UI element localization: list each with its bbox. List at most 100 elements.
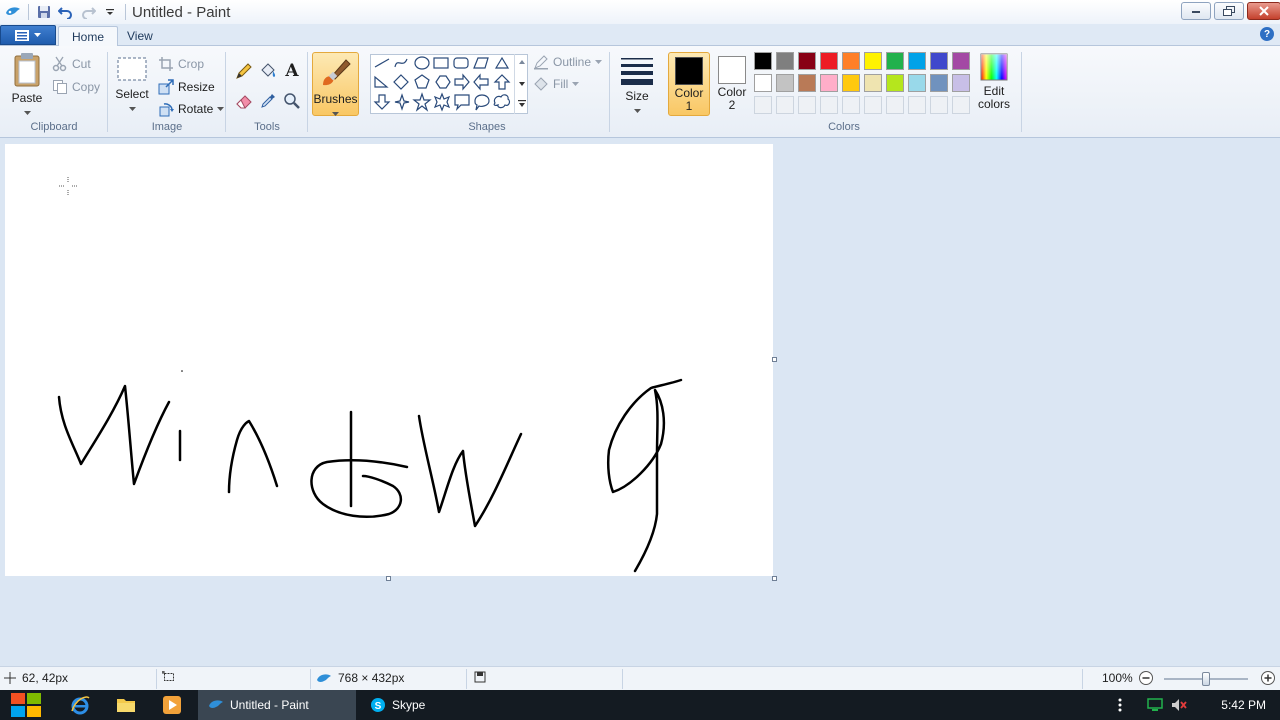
color-swatch[interactable] bbox=[930, 52, 948, 70]
chevron-down-icon bbox=[217, 106, 225, 111]
custom-color-slot[interactable] bbox=[820, 96, 838, 114]
tab-view[interactable]: View bbox=[114, 26, 166, 47]
color-swatch[interactable] bbox=[864, 74, 882, 92]
zoom-out-button[interactable] bbox=[1138, 670, 1154, 686]
color-picker-icon[interactable] bbox=[257, 90, 279, 112]
network-icon[interactable] bbox=[1144, 693, 1166, 717]
color-swatch[interactable] bbox=[908, 52, 926, 70]
color-swatch[interactable] bbox=[776, 74, 794, 92]
taskbar-item-label: Untitled - Paint bbox=[230, 698, 309, 712]
zoom-slider-thumb[interactable] bbox=[1202, 672, 1210, 686]
select-button[interactable]: Select bbox=[114, 52, 150, 115]
gallery-scroll-icon bbox=[518, 60, 526, 107]
fill-bucket-icon[interactable] bbox=[257, 60, 279, 82]
drawing-canvas[interactable] bbox=[5, 144, 773, 576]
volume-muted-icon[interactable] bbox=[1168, 693, 1190, 717]
canvas-resize-handle-right[interactable] bbox=[772, 357, 777, 362]
color-swatch[interactable] bbox=[908, 74, 926, 92]
canvas-resize-handle-corner[interactable] bbox=[772, 576, 777, 581]
custom-color-slot[interactable] bbox=[776, 96, 794, 114]
window-controls bbox=[1178, 2, 1280, 20]
magnifier-icon[interactable] bbox=[281, 90, 303, 112]
rotate-button[interactable]: Rotate bbox=[158, 99, 225, 119]
rectangle-callout-shape-icon bbox=[454, 94, 470, 111]
color-swatch[interactable] bbox=[776, 52, 794, 70]
select-icon bbox=[117, 57, 147, 81]
chevron-down-icon bbox=[332, 112, 339, 116]
fill-button[interactable]: Fill bbox=[533, 74, 580, 94]
custom-color-slot[interactable] bbox=[930, 96, 948, 114]
color-swatch[interactable] bbox=[798, 52, 816, 70]
custom-color-slot[interactable] bbox=[864, 96, 882, 114]
resize-button[interactable]: Resize bbox=[158, 77, 215, 97]
file-explorer-button[interactable] bbox=[106, 693, 146, 717]
color-swatch[interactable] bbox=[930, 74, 948, 92]
undo-icon[interactable] bbox=[55, 1, 77, 23]
zoom-level-text: 100% bbox=[1102, 671, 1133, 685]
color-swatch[interactable] bbox=[820, 52, 838, 70]
brushes-button[interactable]: Brushes bbox=[312, 52, 359, 116]
outline-button[interactable]: Outline bbox=[533, 52, 603, 72]
color-swatch[interactable] bbox=[886, 52, 904, 70]
file-size bbox=[474, 671, 486, 683]
shapes-gallery-scroll[interactable] bbox=[514, 54, 528, 114]
color-swatch[interactable] bbox=[842, 52, 860, 70]
paste-label: Paste bbox=[11, 91, 43, 105]
redo-icon[interactable] bbox=[77, 1, 99, 23]
text-tool-icon[interactable]: A bbox=[281, 60, 303, 82]
eraser-icon[interactable] bbox=[233, 90, 255, 112]
canvas-size-icon bbox=[317, 674, 331, 682]
outline-icon bbox=[534, 55, 548, 70]
close-button[interactable] bbox=[1247, 2, 1280, 20]
start-button[interactable] bbox=[6, 693, 46, 717]
color-swatch[interactable] bbox=[952, 52, 970, 70]
copy-button[interactable]: Copy bbox=[52, 77, 100, 97]
media-player-button[interactable] bbox=[152, 693, 192, 717]
size-button[interactable]: Size bbox=[618, 52, 656, 117]
color-swatch[interactable] bbox=[754, 52, 772, 70]
pencil-icon[interactable] bbox=[233, 60, 255, 82]
taskbar: Untitled - Paint S Skype 5:42 PM bbox=[0, 690, 1280, 720]
paint-app-icon[interactable] bbox=[2, 1, 24, 23]
tab-home[interactable]: Home bbox=[58, 26, 119, 47]
color-swatch[interactable] bbox=[798, 74, 816, 92]
custom-color-slot[interactable] bbox=[754, 96, 772, 114]
copy-label: Copy bbox=[72, 80, 101, 94]
save-icon[interactable] bbox=[33, 1, 55, 23]
custom-color-slot[interactable] bbox=[908, 96, 926, 114]
media-player-icon bbox=[163, 696, 181, 714]
right-triangle-shape-icon bbox=[374, 75, 389, 88]
canvas-workspace bbox=[0, 138, 1280, 666]
custom-color-slot[interactable] bbox=[842, 96, 860, 114]
color-swatch[interactable] bbox=[820, 74, 838, 92]
help-icon[interactable]: ? bbox=[1260, 27, 1274, 41]
taskbar-item-paint[interactable]: Untitled - Paint bbox=[198, 690, 356, 720]
cut-label: Cut bbox=[72, 57, 91, 71]
taskbar-item-skype[interactable]: S Skype bbox=[360, 690, 510, 720]
color-swatch[interactable] bbox=[754, 74, 772, 92]
chevron-down-icon bbox=[572, 81, 580, 86]
status-divider bbox=[156, 669, 157, 689]
cut-button[interactable]: Cut bbox=[52, 54, 91, 74]
up-arrow-shape-icon bbox=[493, 74, 511, 90]
zoom-slider[interactable] bbox=[1164, 672, 1248, 686]
paste-button[interactable]: Paste bbox=[8, 52, 46, 119]
color-swatch[interactable] bbox=[864, 52, 882, 70]
customize-qat-icon[interactable] bbox=[99, 1, 121, 23]
custom-color-slot[interactable] bbox=[952, 96, 970, 114]
canvas-resize-handle-bottom[interactable] bbox=[386, 576, 391, 581]
color-swatch[interactable] bbox=[952, 74, 970, 92]
notification-overflow-icon[interactable] bbox=[1110, 693, 1130, 717]
custom-color-slot[interactable] bbox=[886, 96, 904, 114]
custom-color-slot[interactable] bbox=[798, 96, 816, 114]
minimize-button[interactable] bbox=[1181, 2, 1211, 20]
tools-group-label: Tools bbox=[254, 121, 280, 133]
color-swatch[interactable] bbox=[842, 74, 860, 92]
file-menu-button[interactable] bbox=[0, 25, 56, 45]
crop-button[interactable]: Crop bbox=[158, 54, 204, 74]
zoom-in-button[interactable] bbox=[1260, 670, 1276, 686]
internet-explorer-button[interactable] bbox=[60, 693, 100, 717]
chevron-down-icon bbox=[128, 107, 136, 111]
restore-button[interactable] bbox=[1214, 2, 1244, 20]
color-swatch[interactable] bbox=[886, 74, 904, 92]
